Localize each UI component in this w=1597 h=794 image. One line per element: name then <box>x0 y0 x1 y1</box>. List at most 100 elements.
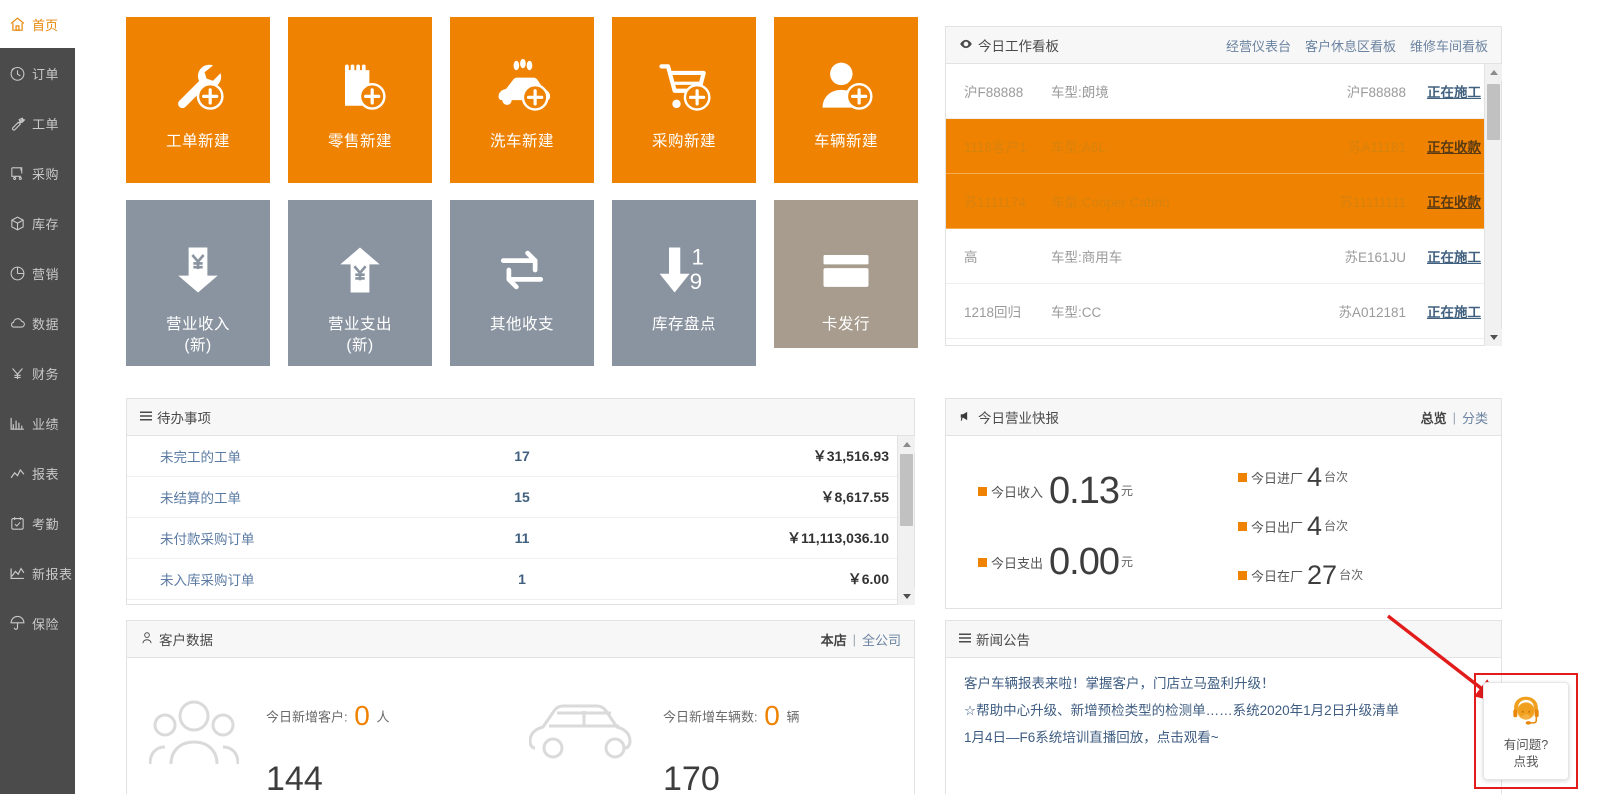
workboard-scrollbar[interactable] <box>1484 64 1502 346</box>
tile-label: 车辆新建 <box>813 133 878 150</box>
tile-label: 零售新建 <box>327 133 392 150</box>
bulletin-metric-label: 今日支出 <box>991 556 1044 571</box>
customer-link-2[interactable]: 全公司 <box>862 630 901 649</box>
sidebar-item-1[interactable]: 订单 <box>0 48 75 98</box>
cart-purchase-icon <box>9 165 26 182</box>
tile-new-3[interactable]: 洗车新建 <box>450 17 594 183</box>
todo-label[interactable]: 未完工的工单 <box>127 446 427 466</box>
workboard-panel: 今日工作看板 经营仪表台 客户休息区看板 维修车间看板 沪F88888 车型:朗境 沪F… <box>945 26 1502 346</box>
sidebar-item-home[interactable]: 首页 <box>0 0 75 48</box>
news-line[interactable]: 客户车辆报表来啦！掌握客户，门店立马盈利升级！ <box>964 670 1483 697</box>
tile-finance-1[interactable]: 营业收入 (新) <box>126 200 270 366</box>
tile-new-4[interactable]: 采购新建 <box>612 17 756 183</box>
todo-label[interactable]: 未付款采购订单 <box>127 528 427 548</box>
scroll-up-arrow[interactable] <box>898 436 915 453</box>
workboard-row[interactable]: 1218回归 车型:CC 苏A012181 正在施工 <box>946 284 1501 339</box>
pie-chart-icon <box>9 265 26 282</box>
sidebar-item-5[interactable]: 营销 <box>0 248 75 298</box>
todo-count[interactable]: 15 <box>427 489 617 505</box>
bulletin-metric: 今日收入 0.13 元 <box>978 470 1133 513</box>
tile-new-1[interactable]: 工单新建 <box>126 17 270 183</box>
todo-amount: ￥31,516.93 <box>812 448 889 464</box>
tile-finance-3[interactable]: 其他收支 <box>450 200 594 366</box>
workboard-link-3[interactable]: 维修车间看板 <box>1410 36 1488 55</box>
sidebar-item-label: 财务 <box>32 366 60 382</box>
tile-finance-5[interactable]: 卡发行 <box>774 200 918 348</box>
todo-label[interactable]: 未入库采购订单 <box>127 569 427 589</box>
help-widget-line1: 有问题? <box>1503 737 1549 752</box>
tile-finance-2[interactable]: 营业支出 (新) <box>288 200 432 366</box>
vehicle-total: 170 <box>663 760 720 794</box>
todo-row[interactable]: 未完工的工单 17 ￥31,516.93 <box>127 436 914 477</box>
bulletin-metric: 今日出厂 4 台次 <box>1238 511 1363 542</box>
todo-rows: 未完工的工单 17 ￥31,516.93 未结算的工单 15 ￥8,617.55 未付款采购… <box>127 436 914 605</box>
tile-label-line1: 营业收入 <box>165 316 230 333</box>
sidebar-item-label: 订单 <box>32 66 60 82</box>
news-line[interactable]: ☆帮助中心升级、新增预检类型的检测单……系统2020年1月2日升级清单 <box>964 697 1483 724</box>
bulletin-body: 今日收入 0.13 元今日支出 0.00 元 今日进厂 4 台次 今日出厂 4 台次 今日在厂 27 台… <box>946 436 1501 608</box>
customer-link-1[interactable]: 本店 <box>821 630 847 649</box>
scroll-down-arrow[interactable] <box>898 588 915 605</box>
bulletin-metric: 今日进厂 4 台次 <box>1238 462 1363 493</box>
bullet-dot-icon <box>978 487 987 496</box>
workboard-link-2[interactable]: 客户休息区看板 <box>1305 36 1396 55</box>
bulletin-link-2[interactable]: 分类 <box>1462 408 1488 427</box>
todo-row[interactable]: 未付款采购订单 11 ￥11,113,036.10 <box>127 518 914 559</box>
scroll-up-arrow[interactable] <box>1485 64 1502 81</box>
help-widget[interactable]: 有问题? 点我 <box>1483 682 1569 780</box>
scrollbar-thumb[interactable] <box>900 454 913 526</box>
workboard-model: 车型:CC <box>1051 305 1102 320</box>
todo-scrollbar[interactable] <box>897 436 915 605</box>
tile-label-line1: 其他收支 <box>489 316 554 333</box>
tile-finance-4[interactable]: 1 9 库存盘点 <box>612 200 756 366</box>
sidebar-item-11[interactable]: 新报表 <box>0 548 75 598</box>
workboard-row[interactable]: 1118客户1 车型:A6L 苏A11181 正在收款 <box>946 119 1501 174</box>
news-line[interactable]: 1月4日—F6系统培训直播回放，点击观看~ <box>964 724 1483 751</box>
workboard-link-1[interactable]: 经营仪表台 <box>1226 36 1291 55</box>
sidebar-item-8[interactable]: 业绩 <box>0 398 75 448</box>
tile-new-5[interactable]: 车辆新建 <box>774 17 918 183</box>
vehicle-total-value: 170 <box>663 760 720 794</box>
sidebar-item-10[interactable]: 考勤 <box>0 498 75 548</box>
bulletin-metric-value: 4 <box>1307 462 1323 492</box>
sidebar-item-9[interactable]: 报表 <box>0 448 75 498</box>
car-icon <box>528 698 639 765</box>
wrench-icon <box>9 115 26 132</box>
headset-agent-icon <box>1507 692 1545 733</box>
scroll-down-arrow[interactable] <box>1485 329 1502 346</box>
sidebar-item-7[interactable]: 财务 <box>0 348 75 398</box>
workboard-title-text: 今日工作看板 <box>978 39 1059 54</box>
todo-row[interactable]: 未入库采购订单 1 ￥6.00 <box>127 559 914 600</box>
bulletin-panel: 今日营业快报 总览 | 分类 今日收入 0.13 元今日支出 0.00 元 今日进厂 4 台次今… <box>945 398 1502 609</box>
bulletin-links-separator: | <box>1452 410 1456 425</box>
sidebar-item-12[interactable]: 保险 <box>0 598 75 648</box>
bulletin-header: 今日营业快报 总览 | 分类 <box>946 399 1501 436</box>
customer-new-today-label: 今日新增客户: <box>266 709 348 725</box>
todo-amount: ￥11,113,036.10 <box>787 530 889 546</box>
sidebar-item-2[interactable]: 工单 <box>0 98 75 148</box>
sidebar-item-6[interactable]: 数据 <box>0 298 75 348</box>
todo-count[interactable]: 1 <box>427 571 617 587</box>
todo-count[interactable]: 11 <box>427 530 617 546</box>
workboard-plate: 苏E161JU <box>1344 250 1406 265</box>
bulletin-metric-label: 今日在厂 <box>1251 569 1304 584</box>
workboard-model: 车型:A6L <box>1051 140 1106 155</box>
sidebar-item-4[interactable]: 库存 <box>0 198 75 248</box>
scrollbar-thumb[interactable] <box>1487 84 1500 140</box>
workboard-model: 车型:朗境 <box>1051 85 1109 100</box>
todo-row[interactable]: 未结算的工单 15 ￥8,617.55 <box>127 477 914 518</box>
bulletin-metric-value: 0.00 <box>1049 541 1120 583</box>
carwash-plus-icon <box>492 57 552 117</box>
sidebar-item-label: 库存 <box>32 216 60 232</box>
bulletin-link-1[interactable]: 总览 <box>1421 408 1447 427</box>
todo-label[interactable]: 未结算的工单 <box>127 487 427 507</box>
workboard-row[interactable]: 高车型:商用车 苏E161JU 正在施工 <box>946 229 1501 284</box>
workboard-plate: 沪F88888 <box>1346 85 1406 100</box>
bullet-dot-icon <box>1238 522 1247 531</box>
workboard-row[interactable]: 沪F88888 车型:朗境 沪F88888 正在施工 <box>946 64 1501 119</box>
bulletin-metric-label: 今日进厂 <box>1251 471 1304 486</box>
tile-new-2[interactable]: 零售新建 <box>288 17 432 183</box>
workboard-row[interactable]: 苏1111174 车型:Cooper Cabrio 苏11111111 正在收款 <box>946 174 1501 229</box>
todo-count[interactable]: 17 <box>427 448 617 464</box>
sidebar-item-3[interactable]: 采购 <box>0 148 75 198</box>
